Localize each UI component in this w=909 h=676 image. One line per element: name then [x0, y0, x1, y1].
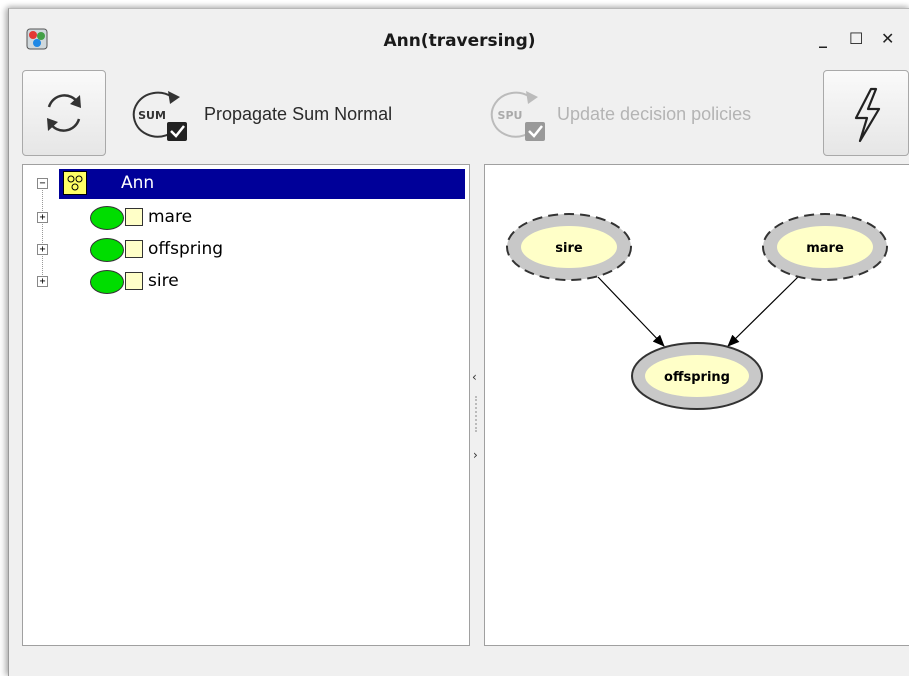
graph-node-label: offspring	[664, 370, 730, 385]
lightning-icon	[854, 87, 881, 143]
node-status-icon	[90, 270, 124, 294]
flash-button[interactable]	[823, 70, 909, 156]
network-graph: sire mare offspring	[506, 213, 888, 410]
maximize-button[interactable]: ☐	[849, 29, 863, 48]
edge-mare-offspring	[727, 276, 799, 347]
toolbar: SUM Propagate Sum Normal SPU Update deci…	[9, 67, 909, 161]
tree-root-ann[interactable]: Ann	[59, 169, 465, 199]
node-type-icon	[125, 240, 143, 258]
edge-sire-offspring	[597, 276, 665, 347]
root-collapse-toggle[interactable]: −	[37, 178, 48, 189]
node-type-icon	[125, 272, 143, 290]
expand-toggle[interactable]: +	[37, 276, 48, 287]
node-status-icon	[90, 238, 124, 262]
graph-node-sire[interactable]: sire	[506, 213, 632, 281]
title-bar[interactable]: Ann(traversing) _ ☐ ✕	[9, 9, 909, 67]
graph-node-label: sire	[555, 241, 583, 256]
collapse-right-icon[interactable]: ›	[473, 448, 478, 462]
node-status-icon	[90, 206, 124, 230]
tree-item-label: offspring	[148, 239, 224, 259]
update-decision-policies-label: Update decision policies	[557, 104, 752, 124]
node-type-icon	[125, 208, 143, 226]
svg-text:SUM: SUM	[138, 109, 166, 122]
panel-splitter[interactable]: ‹ ›	[468, 164, 484, 644]
window-title: Ann(traversing)	[383, 31, 536, 51]
update-policies-icon: SPU	[490, 91, 545, 141]
propagate-sum-icon[interactable]: SUM	[128, 87, 192, 143]
tree-connector	[42, 183, 43, 281]
splitter-grip	[475, 396, 479, 432]
tree-item-label: mare	[148, 207, 193, 227]
minimize-button[interactable]: _	[819, 29, 827, 48]
refresh-button[interactable]	[22, 70, 106, 156]
close-button[interactable]: ✕	[881, 29, 894, 48]
network-graph-panel[interactable]: sire mare offspring	[484, 164, 909, 646]
svg-text:SPU: SPU	[498, 109, 523, 122]
propagate-sum-normal-label[interactable]: Propagate Sum Normal	[204, 104, 392, 125]
tree-item-label: sire	[148, 271, 179, 291]
node-tree[interactable]: − Ann + mare + offspring + sire	[22, 164, 470, 646]
main-window: Ann(traversing) _ ☐ ✕ SUM Propagate Sum …	[8, 8, 909, 676]
expand-toggle[interactable]: +	[37, 244, 48, 255]
graph-node-offspring[interactable]: offspring	[631, 342, 763, 410]
collapse-left-icon[interactable]: ‹	[472, 370, 477, 384]
network-icon	[63, 171, 87, 195]
expand-toggle[interactable]: +	[37, 212, 48, 223]
tree-root-label: Ann	[121, 173, 155, 193]
refresh-icon	[47, 94, 81, 132]
graph-node-label: mare	[806, 241, 844, 256]
graph-node-mare[interactable]: mare	[762, 213, 888, 281]
